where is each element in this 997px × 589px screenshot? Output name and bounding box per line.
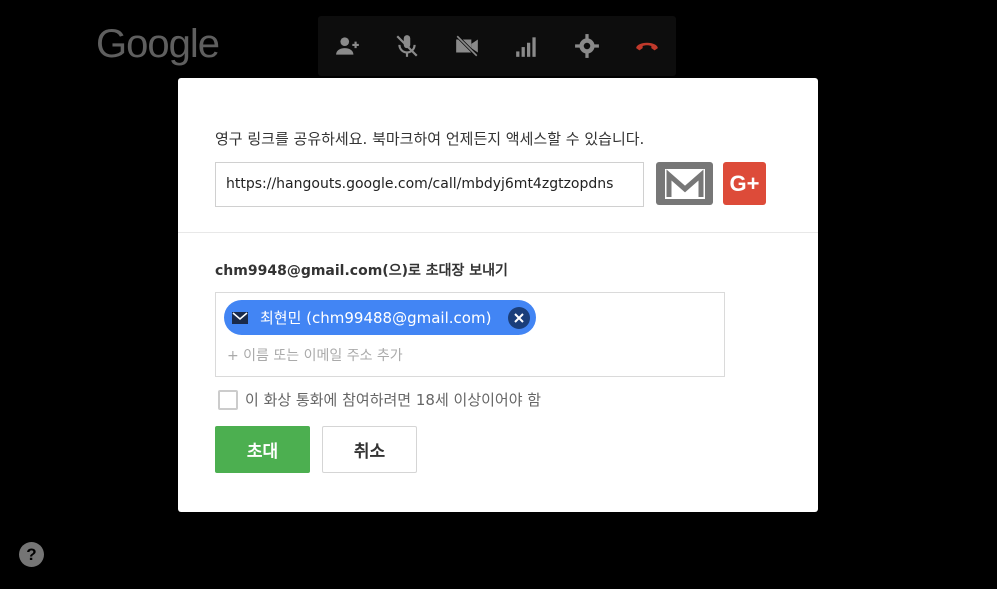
age-checkbox[interactable] — [218, 389, 238, 410]
section-divider — [178, 232, 818, 233]
age-checkbox-label: 이 화상 통화에 참여하려면 18세 이상이어야 함 — [245, 391, 542, 409]
video-off-icon[interactable] — [449, 28, 485, 64]
gear-icon[interactable] — [569, 28, 605, 64]
help-icon[interactable]: ? — [19, 542, 44, 567]
recipient-input-box[interactable]: 최현민 (chm99488@gmail.com) + 이름 또는 이메일 주소 … — [215, 292, 725, 377]
cancel-button[interactable]: 취소 — [322, 426, 417, 473]
remove-recipient-icon[interactable] — [508, 306, 530, 329]
recipient-chip-label: 최현민 (chm99488@gmail.com) — [260, 309, 492, 327]
gmail-icon — [664, 168, 705, 199]
hangup-icon[interactable] — [629, 28, 665, 64]
mic-off-icon[interactable] — [389, 28, 425, 64]
share-instructions: 영구 링크를 공유하세요. 북마크하여 언제든지 액세스할 수 있습니다. — [215, 130, 645, 148]
google-plus-share-button[interactable]: G+ — [723, 162, 766, 205]
call-link-field[interactable]: https://hangouts.google.com/call/mbdyj6m… — [215, 162, 644, 207]
share-invite-dialog: 영구 링크를 공유하세요. 북마크하여 언제든지 액세스할 수 있습니다. ht… — [178, 78, 818, 512]
google-logo: Google — [96, 22, 220, 66]
signal-icon[interactable] — [509, 28, 545, 64]
invite-title: chm9948@gmail.com(으)로 초대장 보내기 — [215, 263, 508, 279]
invite-button[interactable]: 초대 — [215, 426, 310, 473]
age-confirmation-row[interactable]: 이 화상 통화에 참여하려면 18세 이상이어야 함 — [218, 389, 541, 410]
gmail-share-button[interactable] — [656, 162, 713, 205]
call-toolbar — [318, 16, 676, 76]
add-person-icon[interactable] — [330, 28, 366, 64]
mail-icon — [232, 311, 248, 324]
add-recipient-input[interactable]: + 이름 또는 이메일 주소 추가 — [227, 345, 403, 365]
recipient-chip[interactable]: 최현민 (chm99488@gmail.com) — [224, 300, 536, 335]
